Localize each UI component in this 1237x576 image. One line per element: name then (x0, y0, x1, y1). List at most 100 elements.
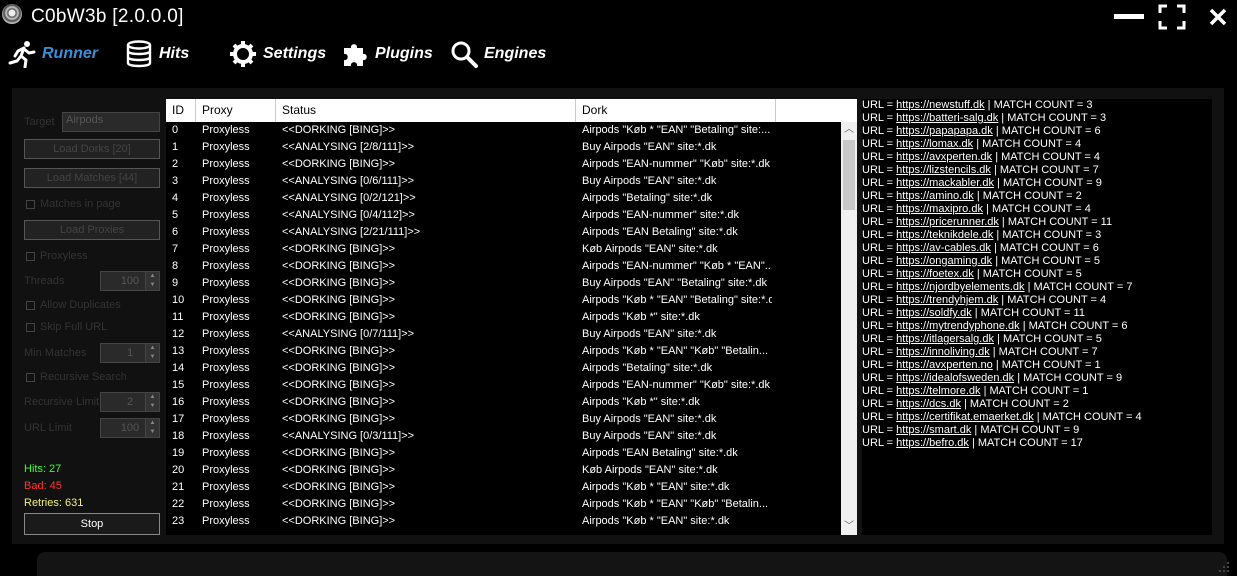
min-matches-stepper[interactable]: 1 ▲ ▼ (100, 343, 160, 363)
allow-duplicates-checkbox[interactable] (26, 301, 35, 310)
table-row[interactable]: 1 Proxyless <<ANALYSING [2/8/111]>> Buy Air… (166, 139, 841, 156)
table-row[interactable]: 4 Proxyless <<ANALYSING [0/2/121]>> Airpods… (166, 190, 841, 207)
cell-status: <<DORKING [BING]>> (282, 345, 396, 357)
scroll-up-icon[interactable]: ︿ (841, 122, 857, 138)
threads-stepper[interactable]: 100 ▲ ▼ (100, 271, 160, 291)
url-limit-stepper[interactable]: 100 ▲ ▼ (100, 418, 160, 438)
result-prefix: URL = (862, 437, 897, 449)
result-url-link[interactable]: https://trendyhjem.dk (896, 294, 998, 306)
result-url-link[interactable]: https://pricerunner.dk (896, 216, 999, 228)
skip-full-url-checkbox[interactable] (26, 323, 35, 332)
table-row[interactable]: 8 Proxyless <<DORKING [BING]>> Airpods "EAN… (166, 258, 841, 275)
table-row[interactable]: 15 Proxyless <<DORKING [BING]>> Airpods "EA… (166, 377, 841, 394)
table-row[interactable]: 16 Proxyless <<DORKING [BING]>> Airpods "Kø… (166, 394, 841, 411)
nav-runner[interactable]: Runner (8, 40, 98, 68)
result-url-link[interactable]: https://amino.dk (896, 190, 974, 202)
result-url-link[interactable]: https://batteri-salg.dk (896, 112, 998, 124)
result-line: URL = https://befro.dk | MATCH COUNT = 1… (862, 437, 1212, 450)
load-matches-button[interactable]: Load Matches [44] (24, 168, 160, 188)
stop-button[interactable]: Stop (24, 513, 160, 535)
column-header-status[interactable]: Status (276, 99, 576, 122)
result-url-link[interactable]: https://papapapa.dk (896, 125, 993, 137)
result-line: URL = https://teknikdele.dk | MATCH COUN… (862, 229, 1212, 242)
result-url-link[interactable]: https://mackabler.dk (896, 177, 994, 189)
table-row[interactable]: 5 Proxyless <<ANALYSING [0/4/112]>> Airpods… (166, 207, 841, 224)
result-url-link[interactable]: https://av-cables.dk (896, 242, 991, 254)
result-url-link[interactable]: https://newstuff.dk (896, 99, 984, 111)
result-url-link[interactable]: https://befro.dk (896, 437, 969, 449)
table-row[interactable]: 0 Proxyless <<DORKING [BING]>> Airpods "Køb… (166, 122, 841, 139)
result-url-link[interactable]: https://telmore.dk (896, 385, 980, 397)
minimize-button[interactable] (1112, 4, 1144, 30)
table-row[interactable]: 9 Proxyless <<DORKING [BING]>> Buy Airpods … (166, 275, 841, 292)
result-url-link[interactable]: https://lomax.dk (896, 138, 973, 150)
result-prefix: URL = (862, 99, 897, 111)
table-row[interactable]: 12 Proxyless <<ANALYSING [0/7/111]>> Buy Ai… (166, 326, 841, 343)
nav-settings[interactable]: Settings (229, 40, 326, 68)
cell-id: 13 (172, 345, 185, 357)
table-row[interactable]: 13 Proxyless <<DORKING [BING]>> Airpods "Kø… (166, 343, 841, 360)
result-match-count: 3 (1095, 229, 1102, 241)
result-url-link[interactable]: https://itlagersalg.dk (896, 333, 994, 345)
column-header-dork[interactable]: Dork (576, 99, 776, 122)
scroll-thumb[interactable] (843, 140, 855, 210)
proxyless-checkbox[interactable] (26, 252, 35, 261)
result-url-link[interactable]: https://njordbyelements.dk (896, 281, 1024, 293)
table-row[interactable]: 22 Proxyless <<DORKING [BING]>> Airpods "Kø… (166, 496, 841, 513)
close-button[interactable] (1203, 4, 1233, 30)
maximize-button[interactable] (1158, 4, 1188, 30)
result-url-link[interactable]: https://mytrendyphone.dk (896, 320, 1020, 332)
table-row[interactable]: 21 Proxyless <<DORKING [BING]>> Airpods "Kø… (166, 479, 841, 496)
runner-grid[interactable]: ID Proxy Status Dork 0 Proxyless <<DORKING… (166, 99, 857, 535)
result-prefix: URL = (862, 164, 897, 176)
stepper-arrows-icon[interactable]: ▲ ▼ (145, 393, 159, 411)
result-url-link[interactable]: https://maxipro.dk (896, 203, 983, 215)
table-row[interactable]: 19 Proxyless <<DORKING [BING]>> Airpods "EA… (166, 445, 841, 462)
table-row[interactable]: 6 Proxyless <<ANALYSING [2/21/111]>> Airpod… (166, 224, 841, 241)
result-url-link[interactable]: https://avxperten.no (896, 359, 993, 371)
recursive-search-checkbox[interactable] (26, 373, 35, 382)
cell-status: <<DORKING [BING]>> (282, 481, 396, 493)
matches-in-page-checkbox[interactable] (26, 200, 35, 209)
scroll-down-icon[interactable]: ﹀ (841, 519, 857, 535)
nav-plugins[interactable]: Plugins (341, 40, 433, 68)
result-url-link[interactable]: https://teknikdele.dk (896, 229, 993, 241)
table-row[interactable]: 2 Proxyless <<DORKING [BING]>> Airpods "EAN… (166, 156, 841, 173)
result-url-link[interactable]: https://dcs.dk (896, 398, 961, 410)
nav-engines[interactable]: Engines (450, 40, 546, 68)
cell-status: <<DORKING [BING]>> (282, 243, 396, 255)
table-row[interactable]: 11 Proxyless <<DORKING [BING]>> Airpods "Kø… (166, 309, 841, 326)
result-url-link[interactable]: https://avxperten.dk (896, 151, 992, 163)
recursive-limit-stepper[interactable]: 2 ▲ ▼ (100, 392, 160, 412)
cell-status: <<ANALYSING [0/6/111]>> (282, 175, 415, 187)
result-url-link[interactable]: https://foetex.dk (896, 268, 974, 280)
cell-dork: Airpods "Køb * "EAN" "Betaling" site:... (582, 124, 771, 136)
load-proxies-button[interactable]: Load Proxies (24, 220, 160, 240)
nav-engines-label: Engines (484, 45, 547, 62)
grid-scrollbar[interactable]: ︿ ﹀ (841, 122, 857, 535)
table-row[interactable]: 14 Proxyless <<DORKING [BING]>> Airpods "Be… (166, 360, 841, 377)
result-url-link[interactable]: https://ongaming.dk (896, 255, 992, 267)
result-url-link[interactable]: https://innoliving.dk (896, 346, 990, 358)
result-url-link[interactable]: https://idealofsweden.dk (896, 372, 1014, 384)
table-row[interactable]: 20 Proxyless <<DORKING [BING]>> Køb Airpods… (166, 462, 841, 479)
resize-grip-icon[interactable] (1218, 561, 1230, 573)
result-url-link[interactable]: https://certifikat.emaerket.dk (896, 411, 1034, 423)
result-url-link[interactable]: https://smart.dk (896, 424, 971, 436)
column-header-proxy[interactable]: Proxy (196, 99, 276, 122)
result-url-link[interactable]: https://lizstencils.dk (896, 164, 991, 176)
table-row[interactable]: 17 Proxyless <<DORKING [BING]>> Buy Airpods… (166, 411, 841, 428)
nav-hits[interactable]: Hits (125, 40, 189, 68)
load-dorks-button[interactable]: Load Dorks [20] (24, 139, 160, 159)
stepper-arrows-icon[interactable]: ▲ ▼ (145, 419, 159, 437)
stepper-arrows-icon[interactable]: ▲ ▼ (145, 344, 159, 362)
table-row[interactable]: 23 Proxyless <<DORKING [BING]>> Airpods "Kø… (166, 513, 841, 530)
target-input[interactable]: Airpods (62, 112, 160, 132)
table-row[interactable]: 10 Proxyless <<DORKING [BING]>> Airpods "Kø… (166, 292, 841, 309)
result-url-link[interactable]: https://soldfy.dk (896, 307, 972, 319)
table-row[interactable]: 3 Proxyless <<ANALYSING [0/6/111]>> Buy Air… (166, 173, 841, 190)
stepper-arrows-icon[interactable]: ▲ ▼ (145, 272, 159, 290)
table-row[interactable]: 7 Proxyless <<DORKING [BING]>> Køb Airpods … (166, 241, 841, 258)
table-row[interactable]: 18 Proxyless <<ANALYSING [0/3/111]>> Buy Ai… (166, 428, 841, 445)
column-header-id[interactable]: ID (166, 99, 196, 122)
